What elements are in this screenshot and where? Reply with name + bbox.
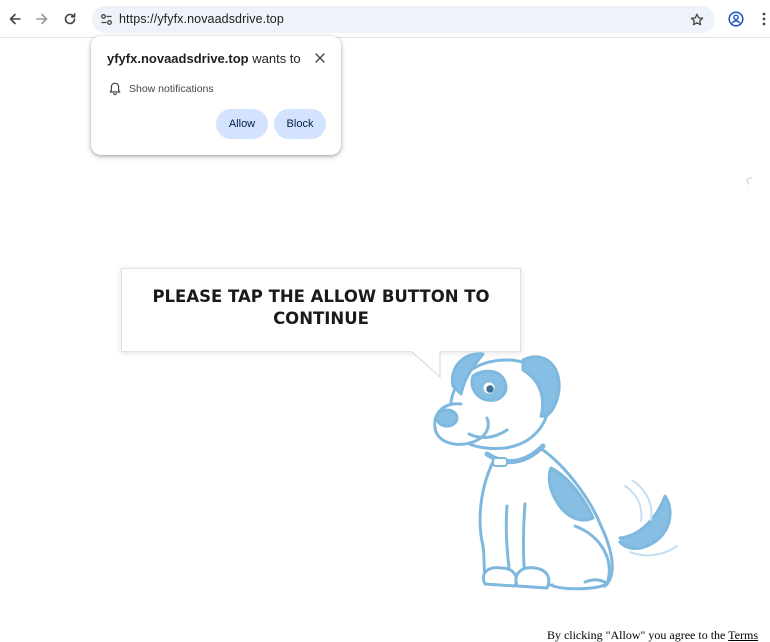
arrow-left-icon (9, 13, 21, 25)
forward-button[interactable] (32, 9, 52, 29)
star-icon (690, 13, 703, 25)
allow-button[interactable]: Allow (216, 109, 268, 139)
popup-close-button[interactable] (312, 50, 328, 66)
permission-label: Show notifications (129, 83, 214, 95)
menu-button[interactable] (754, 9, 770, 29)
notification-permission-popup: yfyfx.novaadsdrive.top wants to Show not… (91, 36, 341, 155)
popup-site-name: yfyfx.novaadsdrive.top (107, 51, 249, 66)
reload-icon (64, 13, 76, 25)
footer-text: By clicking "Allow" you agree to the (546, 628, 726, 642)
bell-icon (109, 82, 121, 96)
more-vert-icon (762, 12, 766, 26)
back-button[interactable] (5, 9, 25, 29)
speech-bubble: PLEASE TAP THE ALLOW BUTTON TO CONTINUE (121, 268, 521, 352)
tune-icon (101, 14, 112, 25)
block-button[interactable]: Block (274, 109, 326, 139)
dog-illustration (433, 352, 678, 591)
arrow-right-icon (36, 13, 48, 25)
terms-footer: By clicking "Allow" you agree to the Ter… (547, 628, 758, 642)
reload-button[interactable] (60, 9, 80, 29)
popup-title: yfyfx.novaadsdrive.top wants to (107, 51, 301, 66)
site-info-button[interactable] (98, 11, 115, 28)
popup-wants-to: wants to (252, 51, 301, 66)
url-text[interactable]: https://yfyfx.novaadsdrive.top (119, 12, 284, 26)
browser-toolbar: https://yfyfx.novaadsdrive.top (0, 0, 770, 38)
close-icon (315, 53, 325, 63)
terms-link[interactable]: Terms (728, 628, 758, 642)
profile-button[interactable] (726, 9, 746, 29)
bubble-message: PLEASE TAP THE ALLOW BUTTON TO CONTINUE (152, 287, 490, 328)
decorative-mark (746, 177, 754, 185)
profile-icon (728, 11, 744, 27)
bookmark-button[interactable] (688, 11, 705, 28)
address-bar[interactable]: https://yfyfx.novaadsdrive.top (92, 6, 715, 33)
